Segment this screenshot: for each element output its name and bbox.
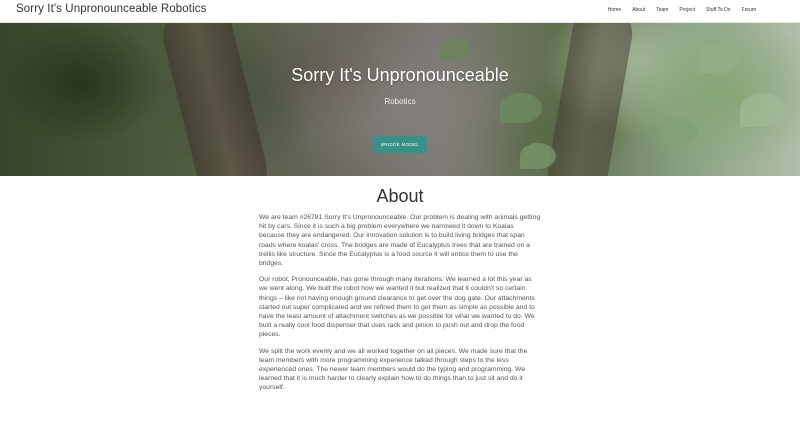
about-paragraph: We are team #26781 Sorry It's Unpronounc…: [259, 214, 541, 268]
about-paragraph: We split the work evenly and we all work…: [259, 347, 528, 392]
main-nav: Home About Team Project Stuff To Do Foru…: [608, 7, 756, 13]
site-brand[interactable]: Sorry It's Unpronounceable Robotics: [16, 3, 206, 15]
nav-stuff-to-do[interactable]: Stuff To Do: [706, 7, 731, 13]
nav-forum[interactable]: Forum: [742, 7, 756, 13]
about-heading: About: [376, 186, 424, 206]
nav-project[interactable]: Project: [679, 7, 695, 13]
hero-title: Sorry It's Unpronounceable: [291, 65, 509, 85]
hero-subtitle: Robotics: [384, 97, 416, 106]
about-content: We are team #26781 Sorry It's Unpronounc…: [259, 213, 541, 400]
about-paragraph: Our robot, Pronounceable, has gone throu…: [259, 276, 535, 339]
nav-team[interactable]: Team: [656, 7, 668, 13]
top-navbar: Sorry It's Unpronounceable Robotics Home…: [0, 0, 800, 23]
bridge-model-button[interactable]: BRIDGE MODEL: [373, 136, 427, 153]
nav-about[interactable]: About: [632, 7, 645, 13]
hero-banner: Sorry It's Unpronounceable Robotics BRID…: [0, 23, 800, 176]
nav-home[interactable]: Home: [608, 7, 621, 13]
